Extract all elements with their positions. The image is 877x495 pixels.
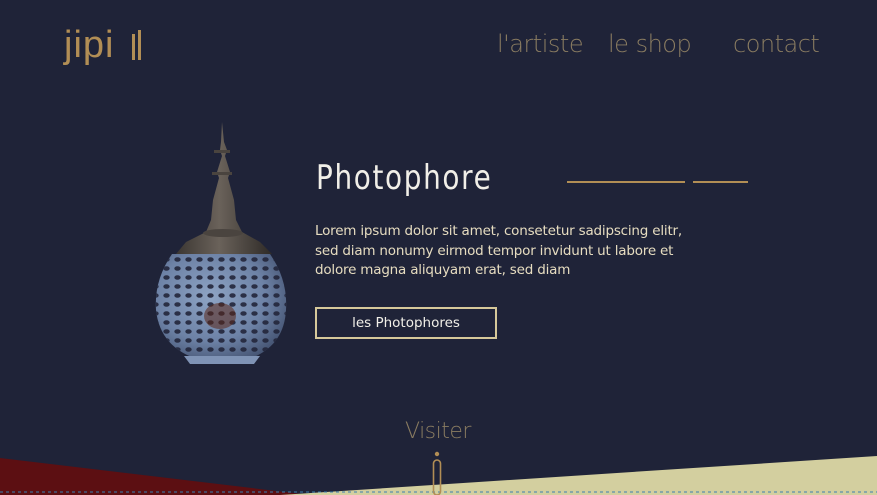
main-nav: l'artiste le shop contact xyxy=(0,30,877,66)
description-text: Lorem ipsum dolor sit amet, consetetur s… xyxy=(315,223,682,278)
nav-item-artiste[interactable]: l'artiste xyxy=(497,30,584,58)
nav-item-shop[interactable]: le shop xyxy=(608,30,692,58)
page-title: Photophore xyxy=(316,158,493,198)
bottom-decoration xyxy=(0,451,877,495)
decorative-line xyxy=(693,181,748,183)
photophore-image xyxy=(155,122,287,364)
decorative-line xyxy=(567,181,685,183)
photophores-button[interactable]: les Photophores xyxy=(315,307,497,339)
nav-item-contact[interactable]: contact xyxy=(733,30,820,58)
